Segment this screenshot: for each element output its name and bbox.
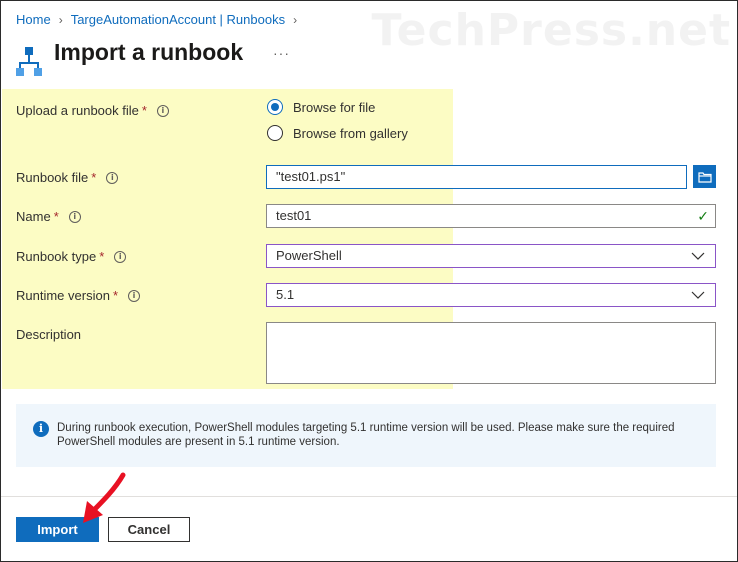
browse-file-button[interactable]	[693, 165, 716, 188]
breadcrumb-account[interactable]: TargeAutomationAccount | Runbooks	[71, 12, 285, 27]
runbook-file-label: Runbook file * i	[16, 170, 119, 185]
info-icon[interactable]: i	[128, 289, 140, 302]
more-options-button[interactable]: ···	[273, 45, 290, 61]
chevron-right-icon: ›	[293, 12, 298, 27]
breadcrumb: Home › TargeAutomationAccount | Runbooks…	[16, 12, 305, 27]
required-mark: *	[112, 288, 118, 303]
radio-browse-file[interactable]: Browse for file	[267, 99, 375, 115]
info-icon[interactable]: i	[68, 210, 81, 223]
required-mark: *	[99, 249, 105, 264]
info-message-line2: PowerShell modules are present in 5.1 ru…	[57, 436, 340, 448]
required-mark: *	[91, 170, 97, 185]
runbook-file-label-text: Runbook file	[16, 170, 89, 185]
required-mark: *	[141, 103, 147, 118]
info-icon[interactable]: i	[106, 171, 119, 184]
runtime-version-label: Runtime version * i	[16, 288, 140, 303]
runbook-file-value: "test01.ps1"	[276, 169, 346, 184]
breadcrumb-home[interactable]: Home	[16, 12, 51, 27]
required-mark: *	[53, 209, 59, 224]
name-label: Name * i	[16, 209, 81, 224]
radio-browse-file-label: Browse for file	[293, 99, 376, 115]
description-label-text: Description	[16, 327, 82, 342]
radio-browse-gallery-label: Browse from gallery	[293, 125, 408, 141]
runtime-version-label-text: Runtime version	[16, 288, 110, 303]
runbook-type-label: Runbook type * i	[16, 249, 127, 264]
runbook-type-label-text: Runbook type	[16, 249, 97, 264]
info-message-line1: During runbook execution, PowerShell mod…	[57, 422, 675, 434]
upload-label: Upload a runbook file * i	[16, 103, 169, 118]
info-icon[interactable]: i	[114, 250, 127, 263]
arrow-annotation	[83, 472, 126, 523]
runbook-type-value: PowerShell	[276, 248, 342, 263]
chevron-down-icon	[691, 291, 705, 299]
runbook-type-select[interactable]: PowerShell	[266, 244, 716, 268]
radio-browse-gallery[interactable]: Browse from gallery	[267, 125, 408, 141]
name-value: test01	[276, 208, 312, 223]
chevron-right-icon: ›	[58, 12, 63, 27]
radio-unchecked-icon[interactable]	[267, 125, 283, 141]
upload-label-text: Upload a runbook file	[16, 103, 139, 118]
radio-checked-icon[interactable]	[267, 99, 283, 115]
name-input[interactable]: test01 ✓	[266, 204, 716, 228]
runbook-icon	[16, 47, 42, 76]
info-message-bar: i During runbook execution, PowerShell m…	[16, 404, 716, 467]
runtime-version-value: 5.1	[276, 287, 295, 302]
chevron-down-icon	[691, 252, 705, 260]
name-label-text: Name	[16, 209, 51, 224]
info-circle-icon: i	[33, 421, 49, 437]
folder-icon	[697, 171, 712, 183]
info-icon[interactable]: i	[156, 104, 169, 117]
runtime-version-select[interactable]: 5.1	[266, 283, 716, 307]
description-label: Description	[16, 327, 81, 342]
page-title: Import a runbook	[54, 39, 244, 65]
description-textarea[interactable]	[266, 322, 716, 384]
watermark: TechPress.net	[371, 5, 731, 56]
runbook-file-input[interactable]: "test01.ps1"	[266, 165, 687, 189]
checkmark-icon: ✓	[697, 208, 709, 224]
